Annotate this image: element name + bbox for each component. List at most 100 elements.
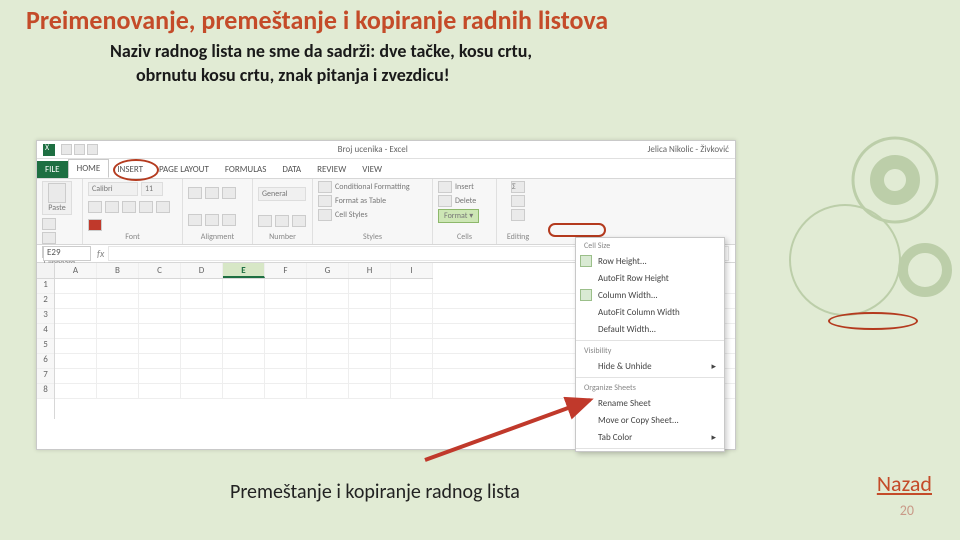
cell[interactable]: [391, 354, 433, 368]
menu-column-width[interactable]: Column Width...: [576, 287, 724, 304]
cell[interactable]: [265, 279, 307, 293]
cell[interactable]: [139, 324, 181, 338]
align-center-icon[interactable]: [205, 214, 219, 226]
cell[interactable]: [181, 384, 223, 398]
cell[interactable]: [97, 324, 139, 338]
cell[interactable]: [223, 294, 265, 308]
column-header-F[interactable]: F: [265, 263, 307, 278]
comma-icon[interactable]: [292, 215, 306, 227]
menu-hide-unhide[interactable]: Hide & Unhide▸: [576, 358, 724, 375]
cell[interactable]: [55, 324, 97, 338]
cell[interactable]: [139, 279, 181, 293]
tab-formulas[interactable]: FORMULAS: [217, 161, 275, 178]
cell[interactable]: [307, 384, 349, 398]
align-left-icon[interactable]: [188, 214, 202, 226]
tab-page-layout[interactable]: PAGE LAYOUT: [151, 161, 217, 178]
menu-row-height[interactable]: Row Height...: [576, 253, 724, 270]
cell[interactable]: [55, 384, 97, 398]
cell[interactable]: [391, 309, 433, 323]
tab-home[interactable]: HOME: [68, 159, 110, 178]
cell[interactable]: [97, 384, 139, 398]
cell[interactable]: [97, 294, 139, 308]
menu-move-copy-sheet[interactable]: Move or Copy Sheet...: [576, 412, 724, 429]
row-header-5[interactable]: 5: [37, 339, 54, 354]
cell-styles-icon[interactable]: [318, 209, 332, 221]
column-header-I[interactable]: I: [391, 263, 433, 278]
cell[interactable]: [223, 324, 265, 338]
cell[interactable]: [307, 369, 349, 383]
align-bottom-icon[interactable]: [222, 187, 236, 199]
font-family-select[interactable]: Calibri: [88, 182, 138, 196]
cell[interactable]: [349, 324, 391, 338]
cell[interactable]: [223, 309, 265, 323]
fill-color-button[interactable]: [156, 201, 170, 213]
cell[interactable]: [307, 324, 349, 338]
menu-tab-color[interactable]: Tab Color▸: [576, 429, 724, 446]
cell[interactable]: [139, 309, 181, 323]
fill-icon[interactable]: [511, 195, 525, 207]
format-table-icon[interactable]: [318, 195, 332, 207]
cell[interactable]: [223, 369, 265, 383]
italic-button[interactable]: [105, 201, 119, 213]
column-header-H[interactable]: H: [349, 263, 391, 278]
cell[interactable]: [97, 339, 139, 353]
insert-cells-icon[interactable]: [438, 181, 452, 193]
delete-cells-icon[interactable]: [438, 195, 452, 207]
cell[interactable]: [223, 339, 265, 353]
cell[interactable]: [181, 339, 223, 353]
cell[interactable]: [391, 369, 433, 383]
cell[interactable]: [391, 324, 433, 338]
autosum-icon[interactable]: Σ: [511, 181, 525, 193]
cell[interactable]: [349, 309, 391, 323]
cell[interactable]: [55, 279, 97, 293]
paste-button[interactable]: Paste: [42, 181, 72, 215]
cell[interactable]: [97, 354, 139, 368]
cell[interactable]: [349, 339, 391, 353]
tab-insert[interactable]: INSERT: [109, 161, 151, 178]
cut-icon[interactable]: [42, 218, 56, 230]
menu-autofit-column[interactable]: AutoFit Column Width: [576, 304, 724, 321]
cell[interactable]: [349, 369, 391, 383]
cell[interactable]: [349, 384, 391, 398]
align-top-icon[interactable]: [188, 187, 202, 199]
tab-view[interactable]: VIEW: [354, 161, 390, 178]
cell[interactable]: [307, 294, 349, 308]
cell[interactable]: [181, 324, 223, 338]
menu-default-width[interactable]: Default Width...: [576, 321, 724, 338]
format-cells-button[interactable]: Format ▾: [438, 209, 479, 223]
border-button[interactable]: [139, 201, 153, 213]
cell[interactable]: [391, 384, 433, 398]
cell[interactable]: [139, 354, 181, 368]
clear-icon[interactable]: [511, 209, 525, 221]
cell[interactable]: [181, 309, 223, 323]
bold-button[interactable]: [88, 201, 102, 213]
row-header-7[interactable]: 7: [37, 369, 54, 384]
cell[interactable]: [265, 309, 307, 323]
font-size-select[interactable]: 11: [141, 182, 163, 196]
row-header-4[interactable]: 4: [37, 324, 54, 339]
cell-styles-label[interactable]: Cell Styles: [335, 210, 368, 220]
column-header-E[interactable]: E: [223, 263, 265, 278]
cell[interactable]: [223, 354, 265, 368]
menu-autofit-row[interactable]: AutoFit Row Height: [576, 270, 724, 287]
tab-file[interactable]: FILE: [37, 161, 68, 178]
qat-save-icon[interactable]: [61, 144, 72, 155]
align-right-icon[interactable]: [222, 214, 236, 226]
select-all-corner[interactable]: [37, 263, 55, 279]
cell[interactable]: [265, 369, 307, 383]
column-header-A[interactable]: A: [55, 263, 97, 278]
cell[interactable]: [181, 279, 223, 293]
cell[interactable]: [265, 324, 307, 338]
cell[interactable]: [97, 369, 139, 383]
tab-review[interactable]: REVIEW: [309, 161, 354, 178]
cell[interactable]: [391, 294, 433, 308]
fx-icon[interactable]: fx: [97, 247, 104, 260]
back-link[interactable]: Nazad: [877, 470, 932, 497]
cell[interactable]: [391, 339, 433, 353]
cell[interactable]: [55, 339, 97, 353]
cell[interactable]: [139, 339, 181, 353]
column-header-G[interactable]: G: [307, 263, 349, 278]
cell[interactable]: [391, 279, 433, 293]
column-header-D[interactable]: D: [181, 263, 223, 278]
cell[interactable]: [55, 309, 97, 323]
